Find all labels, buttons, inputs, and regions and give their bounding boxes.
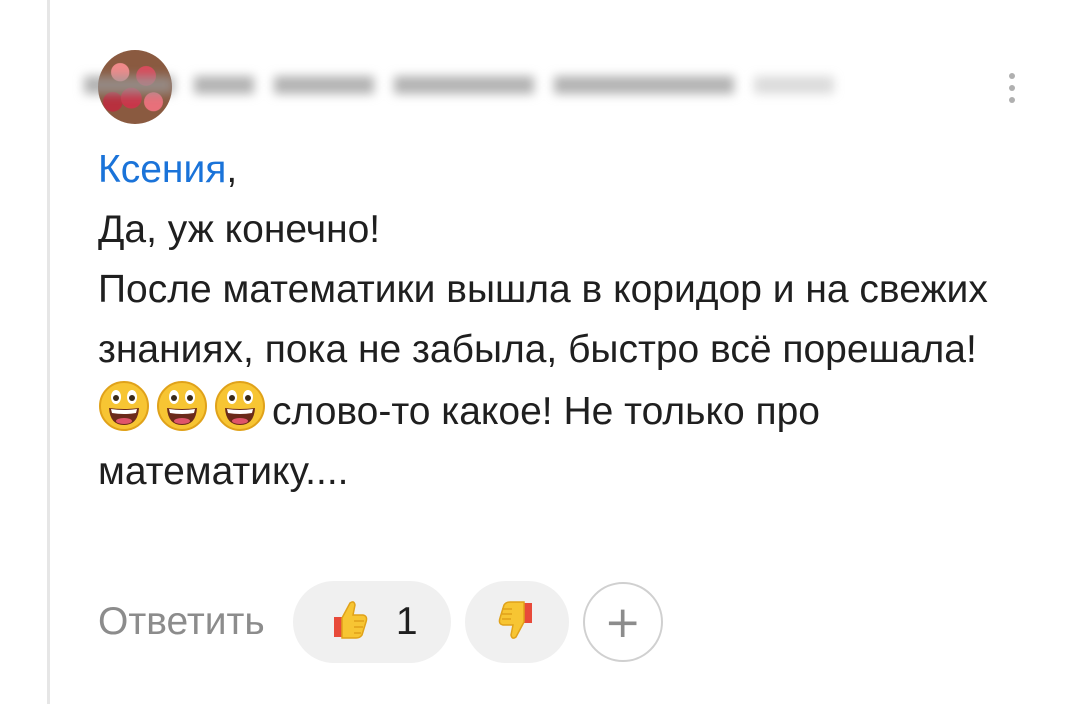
more-icon [1009,73,1015,79]
author-name-redacted [84,60,864,102]
mention-link[interactable]: Ксения [98,148,226,191]
add-reaction-button[interactable]: + [582,582,663,662]
comment-line: После математики вышла в коридор и на св… [98,268,988,371]
thumbs-down-icon [494,597,540,648]
plus-icon: + [604,596,642,648]
mention-line: Ксения, [98,140,1038,200]
emoji-line: слово-то какое! Не только про математику… [98,380,1038,502]
more-options-button[interactable] [998,66,1026,110]
mention-suffix: , [226,148,238,191]
comment-text: Ксения, Да, уж конечно! После математики… [98,140,1038,502]
comment-actions: Ответить 1 + [98,580,663,664]
thumbs-up-icon [326,597,372,648]
grinning-face-icon [214,380,266,432]
reply-button[interactable]: Ответить [98,600,265,644]
thread-line [47,0,50,704]
grinning-face-icon [156,380,208,432]
comment-line: Да, уж конечно! [98,208,381,251]
grinning-face-icon [98,380,150,432]
dislike-button[interactable] [464,581,569,663]
like-button[interactable]: 1 [292,581,451,663]
like-count: 1 [395,600,418,643]
comment-card: Ксения, Да, уж конечно! После математики… [0,0,1084,704]
